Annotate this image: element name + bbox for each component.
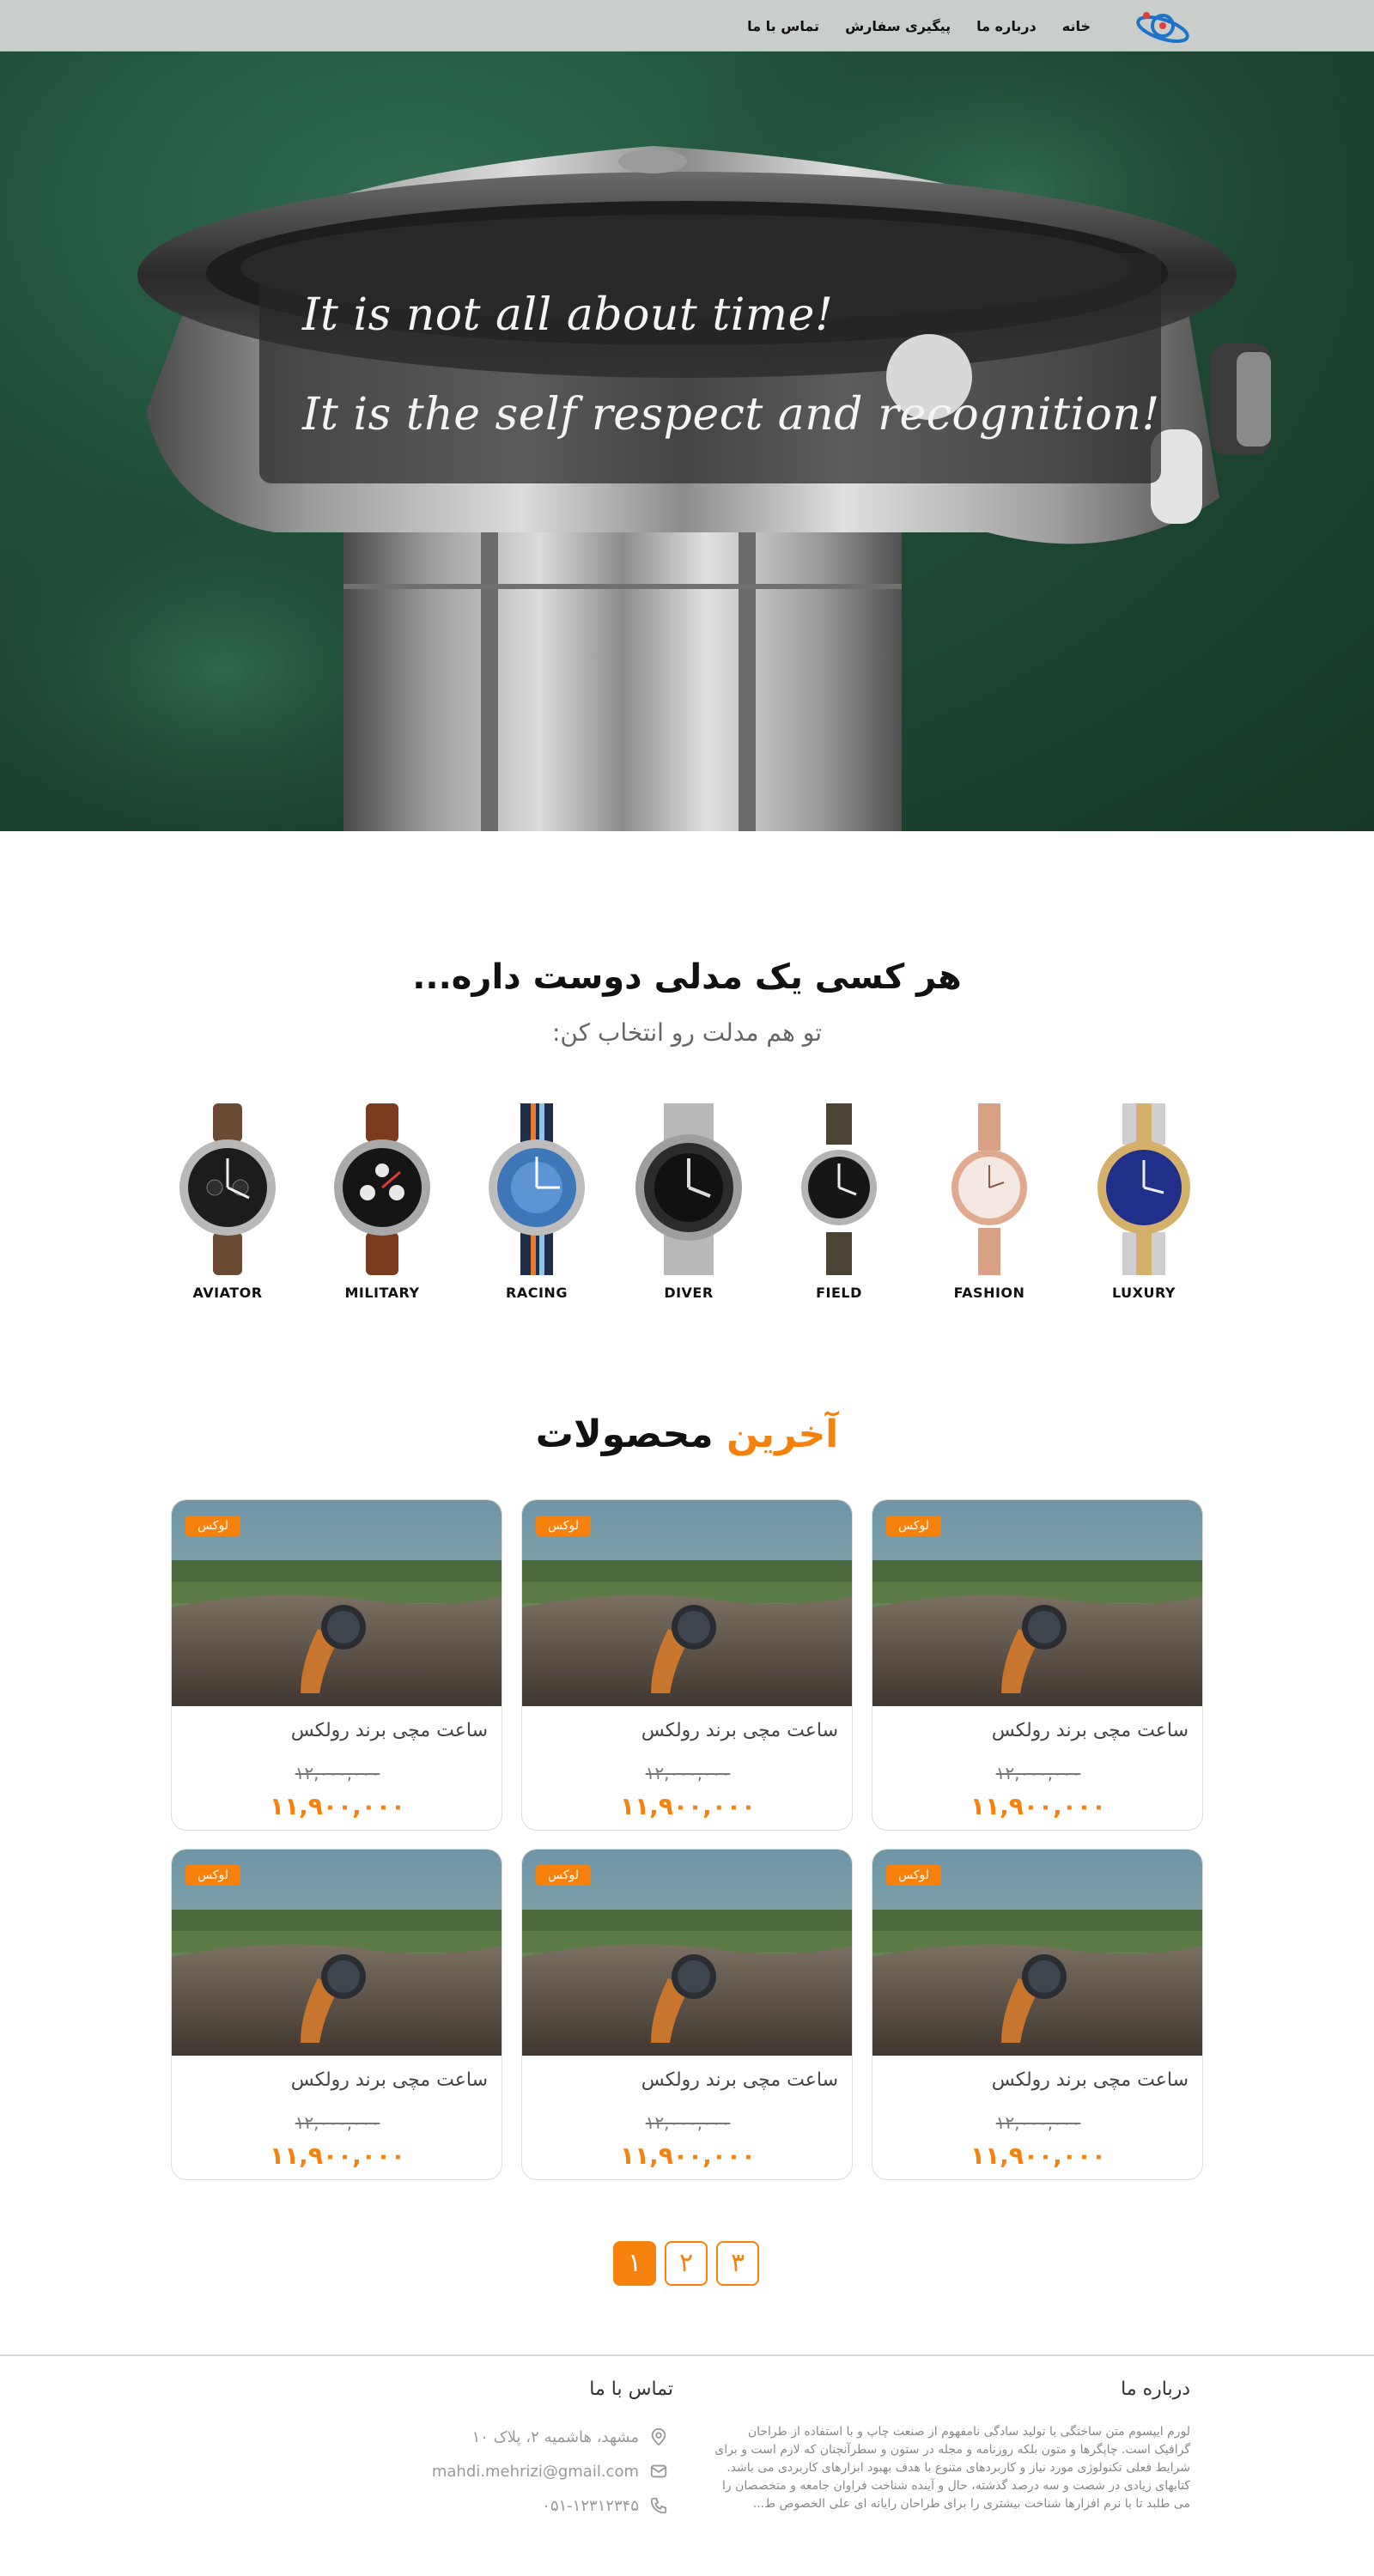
footer-divider <box>0 2354 1374 2356</box>
categories-title: هر کسی یک مدلی دوست داره... <box>412 957 962 997</box>
product-title[interactable]: ساعت مچی برند رولکس <box>992 1720 1189 1741</box>
category-label: RACING <box>506 1285 568 1301</box>
category-list: AVIATOR MILITARY RACING DIVER FIELD FASH… <box>172 1103 1202 1301</box>
category-label: LUXURY <box>1112 1285 1176 1301</box>
fashion-watch-image <box>951 1103 1027 1275</box>
footer-about-text: لورم ایپسوم متن ساختگی با تولید سادگی نا… <box>714 2425 1190 2511</box>
contact-phone-text[interactable]: ۰۵۱-۱۲۳۱۲۳۴۵ <box>542 2497 639 2515</box>
pagination: ۱ ۲ ۳ <box>613 2241 761 2286</box>
product-price: ۱۱,۹۰۰,۰۰۰ <box>970 2142 1106 2170</box>
product-card[interactable]: لوکس ساعت مچی برند رولکس ۱۲,۰۰۰,۰۰۰ ۱۱,۹… <box>521 1499 853 1831</box>
product-title[interactable]: ساعت مچی برند رولکس <box>641 2069 838 2091</box>
category-label: FIELD <box>816 1285 862 1301</box>
category-aviator[interactable]: AVIATOR <box>172 1103 283 1301</box>
aviator-watch-image <box>179 1103 276 1275</box>
product-price: ۱۱,۹۰۰,۰۰۰ <box>620 1792 756 1820</box>
field-watch-image <box>801 1103 877 1275</box>
category-label: FASHION <box>953 1285 1025 1301</box>
product-card[interactable]: لوکس ساعت مچی برند رولکس ۱۲,۰۰۰,۰۰۰ ۱۱,۹… <box>521 1849 853 2180</box>
contact-address: مشهد، هاشمیه ۲، پلاک ۱۰ <box>472 2424 668 2450</box>
phone-icon <box>650 2497 667 2514</box>
product-badge: لوکس <box>536 1865 592 1886</box>
product-price: ۱۱,۹۰۰,۰۰۰ <box>970 1792 1106 1820</box>
hero-banner: It is not all about time! It is the self… <box>0 52 1374 831</box>
product-old-price: ۱۲,۰۰۰,۰۰۰ <box>295 1763 380 1783</box>
product-old-price: ۱۲,۰۰۰,۰۰۰ <box>995 1763 1081 1783</box>
category-diver[interactable]: DIVER <box>633 1103 745 1301</box>
categories-subtitle: تو هم مدلت رو انتخاب کن: <box>552 1018 822 1047</box>
hero-quote-box: It is not all about time! It is the self… <box>259 253 1161 483</box>
latest-title-accent: آخرین <box>726 1413 839 1456</box>
product-badge: لوکس <box>185 1865 241 1886</box>
category-racing[interactable]: RACING <box>481 1103 593 1301</box>
nav-home[interactable]: خانه <box>1062 18 1091 34</box>
footer-about-title: درباره ما <box>1121 2379 1190 2400</box>
category-fashion[interactable]: FASHION <box>933 1103 1045 1301</box>
product-old-price: ۱۲,۰۰۰,۰۰۰ <box>645 1763 731 1783</box>
product-card[interactable]: لوکس ساعت مچی برند رولکس ۱۲,۰۰۰,۰۰۰ ۱۱,۹… <box>171 1849 502 2180</box>
military-watch-image <box>334 1103 430 1275</box>
product-title[interactable]: ساعت مچی برند رولکس <box>641 1720 838 1741</box>
diver-watch-image <box>635 1103 742 1275</box>
page-button-3[interactable]: ۳ <box>716 2241 759 2286</box>
product-price: ۱۱,۹۰۰,۰۰۰ <box>270 1792 405 1820</box>
product-card[interactable]: لوکس ساعت مچی برند رولکس ۱۲,۰۰۰,۰۰۰ ۱۱,۹… <box>171 1499 502 1831</box>
category-luxury[interactable]: LUXURY <box>1088 1103 1200 1301</box>
latest-title-rest: محصولات <box>535 1413 714 1456</box>
product-badge: لوکس <box>536 1516 592 1536</box>
product-badge: لوکس <box>886 1516 942 1536</box>
page-button-1[interactable]: ۱ <box>613 2241 656 2286</box>
category-label: MILITARY <box>344 1285 420 1301</box>
product-old-price: ۱۲,۰۰۰,۰۰۰ <box>995 2112 1081 2133</box>
category-label: DIVER <box>664 1285 714 1301</box>
product-old-price: ۱۲,۰۰۰,۰۰۰ <box>295 2112 380 2133</box>
product-card[interactable]: لوکس ساعت مچی برند رولکس ۱۲,۰۰۰,۰۰۰ ۱۱,۹… <box>872 1499 1203 1831</box>
product-card[interactable]: لوکس ساعت مچی برند رولکس ۱۲,۰۰۰,۰۰۰ ۱۱,۹… <box>872 1849 1203 2180</box>
product-price: ۱۱,۹۰۰,۰۰۰ <box>620 2142 756 2170</box>
product-badge: لوکس <box>185 1516 241 1536</box>
navbar: خانه درباره ما پیگیری سفارش تماس با ما <box>0 0 1374 52</box>
contact-phone[interactable]: ۰۵۱-۱۲۳۱۲۳۴۵ <box>542 2493 668 2518</box>
racing-watch-image <box>489 1103 585 1275</box>
category-label: AVIATOR <box>192 1285 263 1301</box>
footer-contact-title: تماس با ما <box>589 2379 673 2400</box>
nav-order-tracking[interactable]: پیگیری سفارش <box>845 18 951 34</box>
main-nav: خانه درباره ما پیگیری سفارش تماس با ما <box>747 0 1091 52</box>
mail-icon <box>650 2464 667 2478</box>
product-title[interactable]: ساعت مچی برند رولکس <box>291 2069 488 2091</box>
page-button-2[interactable]: ۲ <box>665 2241 708 2286</box>
category-field[interactable]: FIELD <box>783 1103 895 1301</box>
logo-icon[interactable] <box>1134 5 1194 48</box>
product-badge: لوکس <box>886 1865 942 1886</box>
product-price: ۱۱,۹۰۰,۰۰۰ <box>270 2142 405 2170</box>
category-military[interactable]: MILITARY <box>326 1103 438 1301</box>
latest-products-title: آخرین محصولات <box>0 1413 1374 1456</box>
contact-email[interactable]: mahdi.mehrizi@gmail.com <box>432 2458 668 2484</box>
product-title[interactable]: ساعت مچی برند رولکس <box>291 1720 488 1741</box>
nav-about[interactable]: درباره ما <box>976 18 1037 34</box>
nav-contact[interactable]: تماس با ما <box>747 18 819 34</box>
contact-email-text[interactable]: mahdi.mehrizi@gmail.com <box>432 2463 639 2481</box>
hero-quote-line-1: It is not all about time! <box>302 289 834 341</box>
hero-quote-line-2: It is the self respect and recognition! <box>302 389 1160 440</box>
product-title[interactable]: ساعت مچی برند رولکس <box>992 2069 1189 2091</box>
product-old-price: ۱۲,۰۰۰,۰۰۰ <box>645 2112 731 2133</box>
luxury-watch-image <box>1097 1103 1190 1275</box>
contact-address-text: مشهد، هاشمیه ۲، پلاک ۱۰ <box>471 2427 639 2446</box>
location-icon <box>651 2427 666 2446</box>
